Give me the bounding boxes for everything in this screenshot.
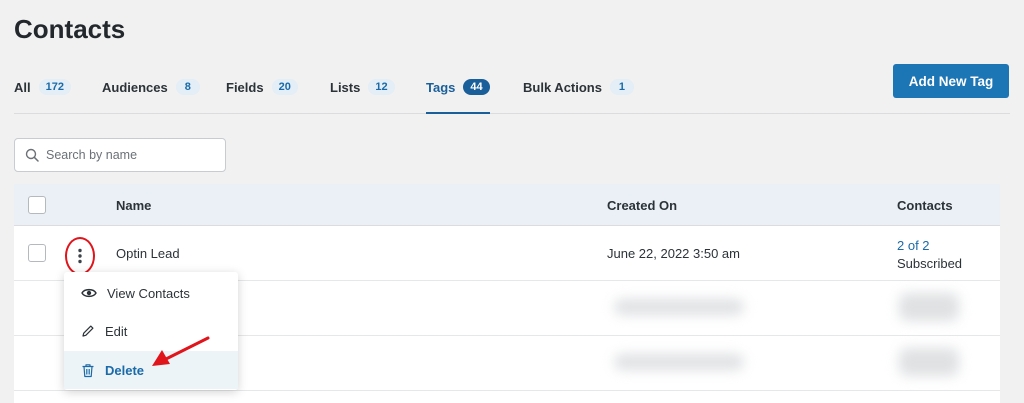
contacts-count-link[interactable]: 2 of 2 xyxy=(897,238,930,253)
eye-icon xyxy=(81,288,97,298)
tab-label: Audiences xyxy=(102,80,168,95)
tab-label: Bulk Actions xyxy=(523,80,602,95)
tab-bulk-actions[interactable]: Bulk Actions 1 xyxy=(523,79,634,114)
tab-all[interactable]: All 172 xyxy=(14,79,71,114)
tab-fields[interactable]: Fields 20 xyxy=(226,79,298,114)
menu-item-label: Delete xyxy=(105,362,145,378)
menu-item-label: View Contacts xyxy=(107,285,190,301)
annotation-arrow-icon xyxy=(152,336,210,366)
tag-name[interactable]: Optin Lead xyxy=(116,246,180,261)
created-on: June 22, 2022 3:50 am xyxy=(607,246,740,261)
tab-label: All xyxy=(14,80,31,95)
row-actions-menu: View Contacts Edit Delete xyxy=(64,272,238,390)
tab-count: 20 xyxy=(271,79,298,95)
tab-count: 8 xyxy=(175,79,200,95)
column-header-name[interactable]: Name xyxy=(116,198,151,213)
pencil-icon xyxy=(82,325,94,337)
search-input[interactable] xyxy=(46,148,216,162)
tab-label: Tags xyxy=(426,80,456,95)
column-header-contacts[interactable]: Contacts xyxy=(897,198,953,213)
menu-item-label: Edit xyxy=(105,323,128,339)
column-header-created-on[interactable]: Created On xyxy=(607,198,677,213)
tab-audiences[interactable]: Audiences 8 xyxy=(102,79,200,114)
add-new-tag-button[interactable]: Add New Tag xyxy=(893,64,1009,98)
row-actions-button[interactable] xyxy=(65,237,95,275)
tab-lists[interactable]: Lists 12 xyxy=(330,79,395,114)
tab-label: Fields xyxy=(226,80,264,95)
kebab-menu-icon xyxy=(78,248,82,264)
page-title: Contacts xyxy=(14,14,126,44)
blurred-date xyxy=(614,299,744,315)
tab-count: 12 xyxy=(368,79,395,95)
search-box xyxy=(14,138,226,172)
table-header: Name Created On Contacts xyxy=(14,184,1000,226)
tab-count: 44 xyxy=(463,79,490,95)
blurred-date xyxy=(614,354,744,370)
tab-bar: All 172 Audiences 8 Fields 20 Lists 12 T… xyxy=(14,74,1010,114)
menu-item-view-contacts[interactable]: View Contacts xyxy=(64,274,238,312)
trash-icon xyxy=(82,363,94,377)
blurred-contacts xyxy=(899,348,959,376)
tab-count: 172 xyxy=(38,79,71,95)
blurred-contacts xyxy=(899,293,959,321)
tab-count: 1 xyxy=(609,79,634,95)
select-all-checkbox[interactable] xyxy=(28,196,46,214)
row-checkbox[interactable] xyxy=(28,244,46,262)
tab-label: Lists xyxy=(330,80,361,95)
subscribed-label: Subscribed xyxy=(897,256,963,271)
search-icon xyxy=(25,148,39,162)
tab-tags[interactable]: Tags 44 xyxy=(426,79,490,114)
